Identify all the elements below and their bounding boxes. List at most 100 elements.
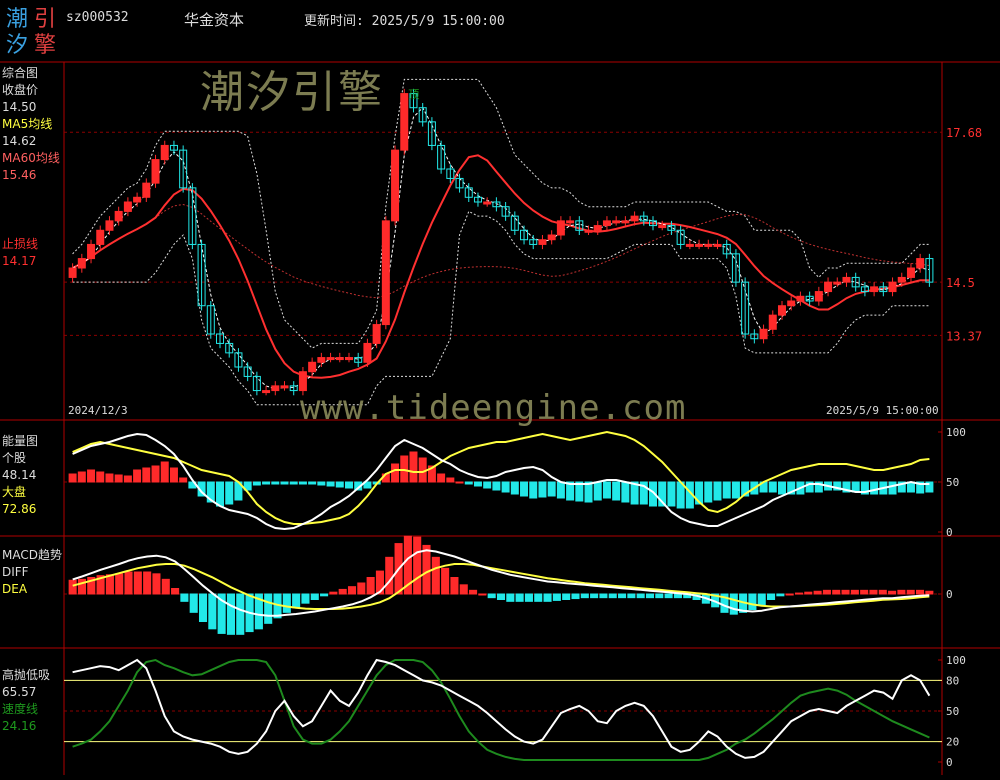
macd-bar xyxy=(850,589,859,595)
panel-label: 个股 xyxy=(2,451,27,465)
candle xyxy=(888,281,897,293)
energy-bar xyxy=(492,481,501,491)
tick-label: 20 xyxy=(946,736,959,749)
macd-bar xyxy=(68,579,77,595)
macd-bar xyxy=(422,544,431,595)
macd-bar xyxy=(161,578,170,595)
candle xyxy=(916,258,925,269)
energy-bar xyxy=(409,451,418,483)
macd-bar xyxy=(878,589,887,595)
panel-label: 止损线 xyxy=(2,237,39,251)
energy-panel: 100 50 0 xyxy=(64,426,966,539)
candle xyxy=(870,286,879,293)
macd-bar xyxy=(869,589,878,595)
tick-label: 100 xyxy=(946,654,966,667)
macd-bar xyxy=(496,593,506,600)
energy-bar xyxy=(556,481,565,499)
candle xyxy=(114,210,123,222)
candle xyxy=(400,93,409,151)
energy-bar xyxy=(473,481,482,487)
watermark-cn: 潮汐引擎 xyxy=(200,67,384,118)
candle xyxy=(344,357,353,361)
energy-bar xyxy=(667,481,676,507)
panel-label: 24.16 xyxy=(2,719,37,733)
macd-bar xyxy=(534,593,543,602)
tick-label: 50 xyxy=(946,705,959,718)
candle xyxy=(658,225,667,229)
panel-label: 65.57 xyxy=(2,685,37,699)
energy-bar xyxy=(216,481,225,507)
panel-label: 14.62 xyxy=(2,134,37,148)
candle xyxy=(151,159,160,184)
macd-bar xyxy=(776,593,785,597)
energy-bar xyxy=(529,481,538,499)
macd-bar xyxy=(608,593,617,599)
panel-label: 大盘 xyxy=(2,485,27,499)
macd-bar xyxy=(320,593,329,597)
energy-bar xyxy=(317,481,326,486)
macd-bar xyxy=(105,574,114,595)
panel-label: MA60均线 xyxy=(2,151,60,165)
energy-bar xyxy=(483,481,492,489)
panel-label: 速度线 xyxy=(2,702,39,716)
macd-bar xyxy=(627,593,636,599)
macd-panel: 0 xyxy=(64,535,953,635)
candle xyxy=(381,220,390,326)
tick-label: 0 xyxy=(946,756,953,769)
panel-label: 72.86 xyxy=(2,502,37,516)
macd-bar xyxy=(133,571,142,595)
macd-bar xyxy=(618,593,627,599)
tick-label: 100 xyxy=(946,426,966,439)
macd-bar xyxy=(189,593,198,613)
panel-label: 14.50 xyxy=(2,100,37,114)
macd-bar xyxy=(822,589,831,595)
macd-bar xyxy=(580,593,589,599)
panel-label: 高抛低吸 xyxy=(2,668,51,682)
macd-bar xyxy=(329,591,338,595)
macd-bar xyxy=(729,593,738,615)
energy-bar xyxy=(225,481,234,505)
candle xyxy=(391,149,400,222)
candle xyxy=(547,234,556,241)
energy-bar xyxy=(621,481,630,503)
candle xyxy=(566,220,575,224)
energy-bar xyxy=(262,481,271,485)
panel-label: DEA xyxy=(2,582,28,596)
macd-bar xyxy=(264,593,273,624)
candle xyxy=(612,220,621,224)
energy-bar xyxy=(271,481,280,485)
candle xyxy=(777,305,786,316)
candle xyxy=(133,196,142,203)
candle xyxy=(262,390,271,394)
candle xyxy=(160,144,169,161)
energy-bar xyxy=(114,474,123,483)
energy-bar xyxy=(344,481,353,489)
panel-label: 48.14 xyxy=(2,468,37,482)
macd-bar xyxy=(552,593,561,601)
macd-bar xyxy=(469,589,478,595)
macd-bar xyxy=(655,593,664,599)
candle xyxy=(363,342,372,363)
macd-bar xyxy=(813,590,822,595)
macd-bar xyxy=(757,593,766,606)
candle xyxy=(824,281,833,293)
macd-bar xyxy=(832,589,841,595)
candle xyxy=(96,229,105,245)
energy-bar xyxy=(179,477,188,483)
energy-bar xyxy=(335,481,344,488)
energy-bar xyxy=(169,467,178,483)
macd-bar xyxy=(767,593,776,600)
energy-bar xyxy=(252,481,261,486)
candle xyxy=(768,314,777,330)
candle xyxy=(833,281,842,285)
macd-bar xyxy=(925,590,934,595)
panel-label: MACD趋势 xyxy=(2,548,62,562)
macd-bar xyxy=(897,589,906,595)
candle xyxy=(906,267,915,278)
energy-bar xyxy=(768,481,777,493)
price-level-label: 13.37 xyxy=(946,329,982,343)
speed-line xyxy=(72,658,930,761)
macd-bar xyxy=(385,556,394,595)
candle xyxy=(814,291,823,302)
candle xyxy=(335,357,344,361)
